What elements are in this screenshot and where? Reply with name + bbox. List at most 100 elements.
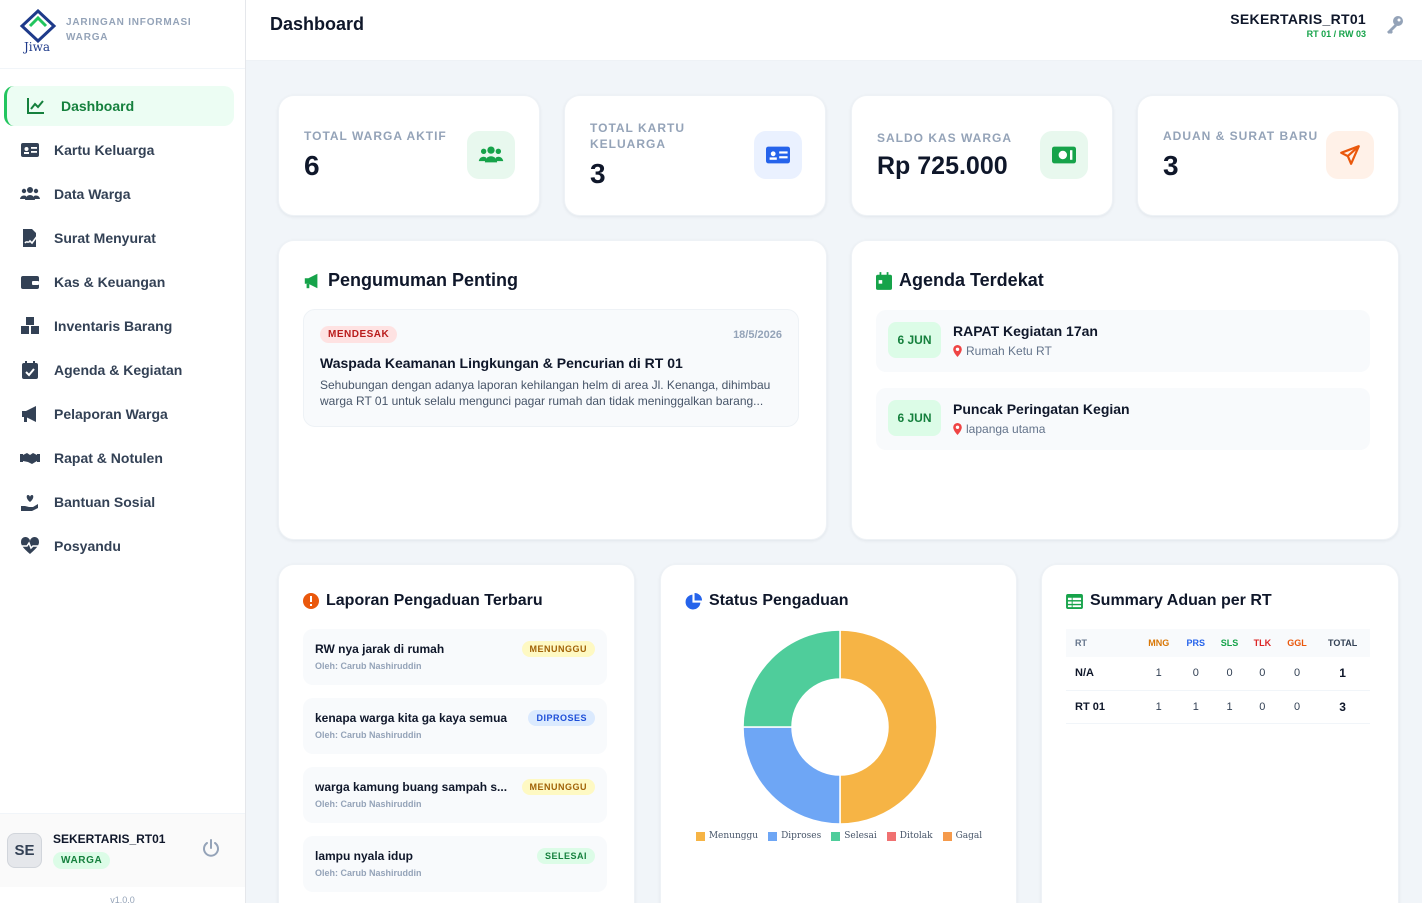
table-cell: 0 [1245, 690, 1279, 724]
table-row[interactable]: RT 01 1 1 1 0 0 3 [1066, 690, 1370, 724]
sidebar-item-rapat-notulen[interactable]: Rapat & Notulen [4, 438, 234, 478]
sidebar-item-surat-menyurat[interactable]: Surat Menyurat [4, 218, 234, 258]
agenda-item[interactable]: 6 JUN RAPAT Kegiatan 17an Rumah Ketu RT [876, 310, 1370, 372]
stat-label: TOTAL KARTU KELUARGA [590, 121, 685, 151]
table-cell: RT 01 [1066, 690, 1140, 724]
stat-card-saldo-kas[interactable]: SALDO KAS WARGA Rp 725.000 [851, 95, 1113, 216]
reports-title: Laporan Pengaduan Terbaru [303, 592, 543, 610]
table-cell: 1 [1315, 657, 1370, 691]
announcement-heading: Waspada Keamanan Lingkungan & Pencurian … [320, 355, 683, 371]
status-badge: DIPROSES [528, 710, 595, 726]
table-cell: 0 [1245, 657, 1279, 691]
header-user-scope: RT 01 / RW 03 [1306, 29, 1366, 39]
user-role-badge: WARGA [53, 852, 111, 869]
report-item[interactable]: RW nya jarak di rumah Oleh: Carub Nashir… [303, 629, 607, 685]
sidebar-nav: Dashboard Kartu Keluarga Data Warga Sura… [0, 86, 246, 570]
table-cell: 1 [1213, 690, 1246, 724]
legend-item[interactable]: Diproses [768, 831, 821, 841]
sidebar-item-label: Kartu Keluarga [54, 142, 155, 158]
table-row[interactable]: N/A 1 0 0 0 0 1 [1066, 657, 1370, 691]
avatar[interactable]: SE [7, 833, 42, 868]
legend-item[interactable]: Ditolak [886, 831, 933, 841]
agenda-card: Agenda Terdekat 6 JUN RAPAT Kegiatan 17a… [851, 240, 1399, 540]
calendar-check-icon [22, 361, 38, 379]
sidebar-item-posyandu[interactable]: Posyandu [4, 526, 234, 566]
sidebar-item-kartu-keluarga[interactable]: Kartu Keluarga [4, 130, 234, 170]
announcement-body: Sehubungan dengan adanya laporan kehilan… [320, 378, 771, 408]
sidebar-item-label: Surat Menyurat [54, 230, 156, 246]
sidebar-item-dashboard[interactable]: Dashboard [4, 86, 234, 126]
legend-item[interactable]: Menunggu [695, 831, 759, 841]
money-bill-icon [1052, 146, 1076, 164]
legend-label: Ditolak [899, 831, 933, 841]
app-logo[interactable]: Jiwa JARINGAN INFORMASI WARGA [0, 0, 245, 69]
stat-card-aduan-surat[interactable]: ADUAN & SURAT BARU 3 [1137, 95, 1399, 216]
sidebar-item-inventaris-barang[interactable]: Inventaris Barang [4, 306, 234, 346]
sidebar: Jiwa JARINGAN INFORMASI WARGA Dashboard … [0, 0, 246, 903]
announcement-item[interactable]: MENDESAK 18/5/2026 Waspada Keamanan Ling… [303, 309, 799, 427]
table-cell: 0 [1278, 690, 1316, 724]
sidebar-item-label: Inventaris Barang [54, 318, 173, 334]
header-user-name: SEKERTARIS_RT01 [1230, 11, 1366, 27]
table-cell: 0 [1213, 657, 1246, 691]
urgent-badge: MENDESAK [320, 326, 398, 343]
header-user[interactable]: SEKERTARIS_RT01 RT 01 / RW 03 [1230, 11, 1366, 39]
sidebar-item-bantuan-sosial[interactable]: Bantuan Sosial [4, 482, 234, 522]
sidebar-item-label: Posyandu [54, 538, 121, 554]
sidebar-item-label: Kas & Keuangan [54, 274, 166, 290]
heart-pulse-icon [20, 536, 40, 554]
stat-value: 6 [304, 150, 320, 181]
stat-card-total-warga[interactable]: TOTAL WARGA AKTIF 6 [278, 95, 540, 216]
sidebar-item-kas-keuangan[interactable]: Kas & Keuangan [4, 262, 234, 302]
stat-card-total-kk[interactable]: TOTAL KARTU KELUARGA 3 [564, 95, 826, 216]
stat-value: 3 [1163, 150, 1179, 181]
boxes-icon [21, 317, 39, 334]
legend-label: Menunggu [708, 831, 759, 841]
handshake-icon [20, 453, 40, 464]
table-cell: 0 [1178, 657, 1214, 691]
report-author: Oleh: Carub Nashiruddin [315, 868, 422, 878]
status-chart-card: Status Pengaduan Menunggu Diproses Selesai… [660, 564, 1017, 903]
stat-label: SALDO KAS WARGA [877, 131, 1012, 145]
agenda-item[interactable]: 6 JUN Puncak Peringatan Kegian lapanga u… [876, 388, 1370, 450]
summary-col-header: MNG [1139, 629, 1179, 657]
table-icon [1066, 593, 1083, 609]
donut-slice-diproses[interactable] [742, 726, 841, 825]
table-cell: N/A [1066, 657, 1140, 691]
exclamation-circle-icon [303, 593, 319, 609]
agenda-date: 6 JUN [888, 322, 941, 358]
calendar-icon [876, 271, 892, 290]
key-icon[interactable] [1384, 14, 1406, 36]
sidebar-item-label: Bantuan Sosial [54, 494, 156, 510]
sidebar-item-agenda-kegiatan[interactable]: Agenda & Kegiatan [4, 350, 234, 390]
app-name: Jiwa [24, 40, 51, 54]
legend-swatch [886, 831, 896, 841]
announcement-date: 18/5/2026 [733, 329, 782, 341]
sidebar-item-pelaporan-warga[interactable]: Pelaporan Warga [4, 394, 234, 434]
report-title: RW nya jarak di rumah [315, 642, 445, 656]
status-donut-chart [742, 629, 938, 825]
agenda-item-title: Puncak Peringatan Kegian [953, 401, 1130, 417]
stat-label: TOTAL WARGA AKTIF [304, 129, 447, 143]
summary-card: Summary Aduan per RT RT MNG PRS SLS TLK GGL TO… [1041, 564, 1399, 903]
report-item[interactable]: warga kamung buang sampah s... Oleh: Car… [303, 767, 607, 823]
report-author: Oleh: Carub Nashiruddin [315, 661, 422, 671]
legend-item[interactable]: Selesai [831, 831, 877, 841]
donut-slice-selesai[interactable] [742, 629, 841, 728]
app-tagline: JARINGAN INFORMASI WARGA [66, 17, 192, 43]
report-author: Oleh: Carub Nashiruddin [315, 730, 422, 740]
user-name: SEKERTARIS_RT01 [53, 832, 166, 846]
power-icon[interactable] [201, 838, 221, 858]
report-item[interactable]: lampu nyala idup Oleh: Carub Nashiruddin… [303, 836, 607, 892]
agenda-location: Rumah Ketu RT [953, 344, 1052, 358]
sidebar-item-data-warga[interactable]: Data Warga [4, 174, 234, 214]
status-chart-title: Status Pengaduan [685, 592, 849, 610]
table-cell: 1 [1139, 690, 1179, 724]
donut-slice-menunggu[interactable] [839, 629, 938, 825]
app-version: v1.0.0 [110, 895, 135, 903]
status-badge: MENUNGGU [521, 641, 595, 657]
legend-item[interactable]: Gagal [942, 831, 982, 841]
report-title: warga kamung buang sampah s... [315, 780, 508, 794]
report-item[interactable]: kenapa warga kita ga kaya semua Oleh: Ca… [303, 698, 607, 754]
status-badge: MENUNGGU [521, 779, 595, 795]
